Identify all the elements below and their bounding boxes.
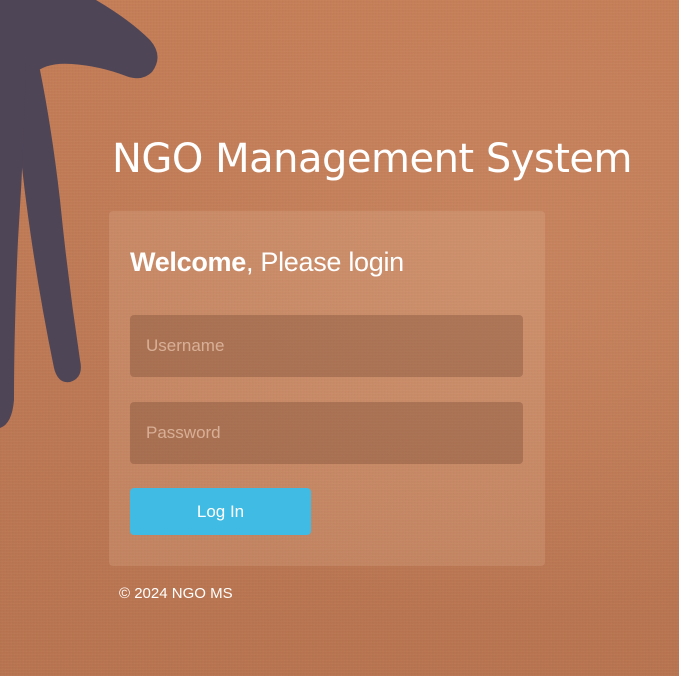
app-title: NGO Management System: [112, 136, 633, 182]
username-input[interactable]: [130, 315, 523, 377]
login-button[interactable]: Log In: [130, 488, 311, 535]
footer-copyright: © 2024 NGO MS: [119, 585, 233, 602]
welcome-rest-text: , Please login: [245, 247, 404, 277]
login-panel: Welcome, Please login Log In: [109, 211, 545, 566]
welcome-bold-text: Welcome: [130, 247, 246, 277]
welcome-heading: Welcome, Please login: [130, 247, 404, 278]
password-input[interactable]: [130, 402, 523, 464]
